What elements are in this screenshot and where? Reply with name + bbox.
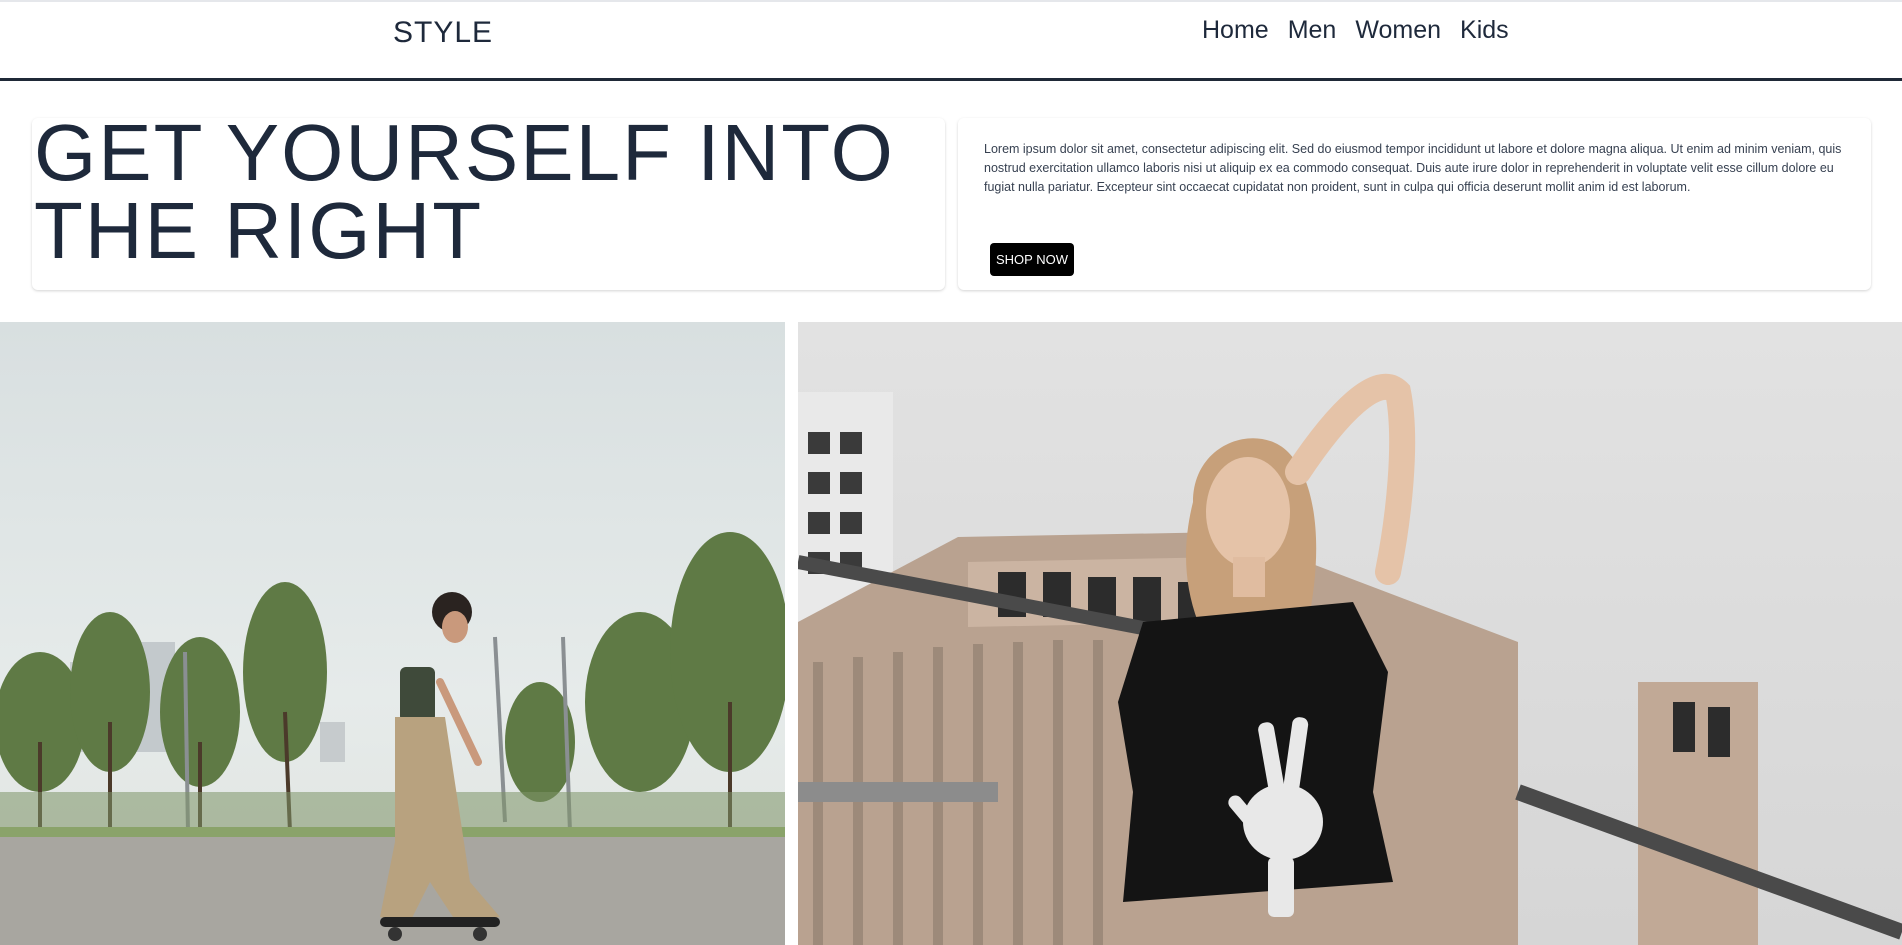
skateboarder-photo: [0, 322, 785, 945]
nav-link-women[interactable]: Women: [1355, 16, 1441, 45]
brand-logo[interactable]: STYLE: [393, 16, 493, 50]
nav-link-home[interactable]: Home: [1202, 16, 1269, 45]
model-photo: [798, 322, 1902, 945]
site-header: STYLE Home Men Women Kids: [0, 2, 1902, 81]
headline-line-2: THE RIGHT: [34, 186, 484, 275]
model-image: [798, 322, 1902, 945]
hero-headline-card: GET YOURSELF INTO THE RIGHT: [32, 113, 945, 290]
skateboarder-image: [0, 322, 785, 945]
nav-link-men[interactable]: Men: [1288, 16, 1337, 45]
headline-line-1: GET YOURSELF INTO: [34, 108, 895, 197]
main-nav: Home Men Women Kids: [1202, 16, 1509, 45]
shop-now-button[interactable]: SHOP NOW: [990, 243, 1074, 276]
nav-link-kids[interactable]: Kids: [1460, 16, 1509, 45]
hero-description-card: Lorem ipsum dolor sit amet, consectetur …: [958, 118, 1871, 290]
hero-description: Lorem ipsum dolor sit amet, consectetur …: [984, 142, 1842, 194]
hero-headline: GET YOURSELF INTO THE RIGHT: [34, 113, 895, 271]
